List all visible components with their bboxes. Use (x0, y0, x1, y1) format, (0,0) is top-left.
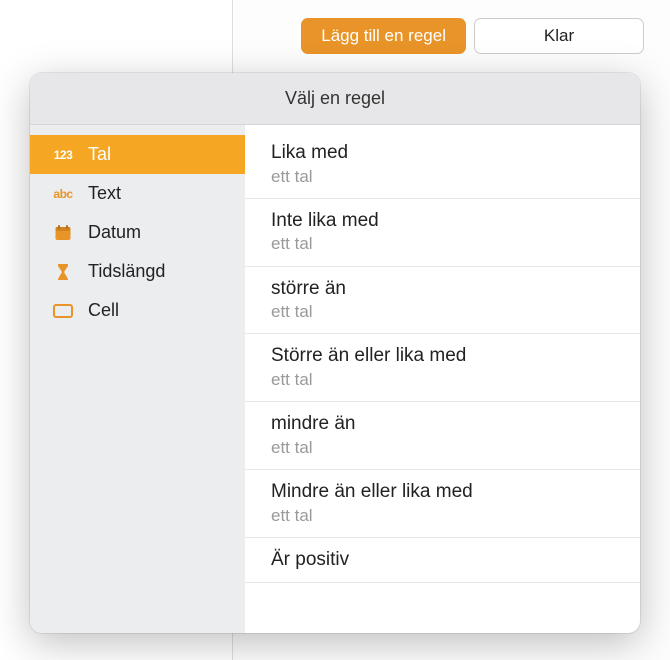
rule-subtitle: ett tal (271, 233, 614, 255)
rule-title: Inte lika med (271, 209, 614, 234)
rule-option[interactable]: Är positiv (245, 538, 640, 584)
rule-list: Lika med ett tal Inte lika med ett tal s… (245, 125, 640, 633)
sidebar-item-date[interactable]: Datum (30, 213, 245, 252)
rule-category-sidebar: 123 Tal abc Text Datum Tidslängd (30, 125, 245, 633)
sidebar-item-label: Tidslängd (88, 261, 165, 282)
sidebar-item-label: Text (88, 183, 121, 204)
rule-option[interactable]: Lika med ett tal (245, 135, 640, 199)
rule-option[interactable]: Mindre än eller lika med ett tal (245, 470, 640, 538)
sidebar-item-cell[interactable]: Cell (30, 291, 245, 330)
rule-option[interactable]: mindre än ett tal (245, 402, 640, 470)
sidebar-item-label: Datum (88, 222, 141, 243)
text-icon: abc (50, 187, 76, 201)
sidebar-item-label: Cell (88, 300, 119, 321)
done-button[interactable]: Klar (474, 18, 644, 54)
sidebar-item-duration[interactable]: Tidslängd (30, 252, 245, 291)
rule-popover: Välj en regel 123 Tal abc Text Datum (30, 73, 640, 633)
sidebar-item-number[interactable]: 123 Tal (30, 135, 245, 174)
rule-subtitle: ett tal (271, 505, 614, 527)
sidebar-item-text[interactable]: abc Text (30, 174, 245, 213)
rule-option[interactable]: Större än eller lika med ett tal (245, 334, 640, 402)
number-icon: 123 (50, 148, 76, 162)
rule-subtitle: ett tal (271, 301, 614, 323)
rule-title: Mindre än eller lika med (271, 480, 614, 505)
rule-subtitle: ett tal (271, 369, 614, 391)
rule-subtitle: ett tal (271, 166, 614, 188)
rule-title: Större än eller lika med (271, 344, 614, 369)
rule-title: Är positiv (271, 548, 614, 573)
hourglass-icon (50, 263, 76, 281)
toolbar: Lägg till en regel Klar (301, 18, 644, 54)
sidebar-item-label: Tal (88, 144, 111, 165)
rule-title: mindre än (271, 412, 614, 437)
rule-title: Lika med (271, 141, 614, 166)
rule-option[interactable]: större än ett tal (245, 267, 640, 335)
cell-icon (50, 304, 76, 318)
rule-subtitle: ett tal (271, 437, 614, 459)
rule-title: större än (271, 277, 614, 302)
popover-title: Välj en regel (30, 73, 640, 125)
calendar-icon (50, 224, 76, 242)
add-rule-button[interactable]: Lägg till en regel (301, 18, 466, 54)
rule-option[interactable]: Inte lika med ett tal (245, 199, 640, 267)
